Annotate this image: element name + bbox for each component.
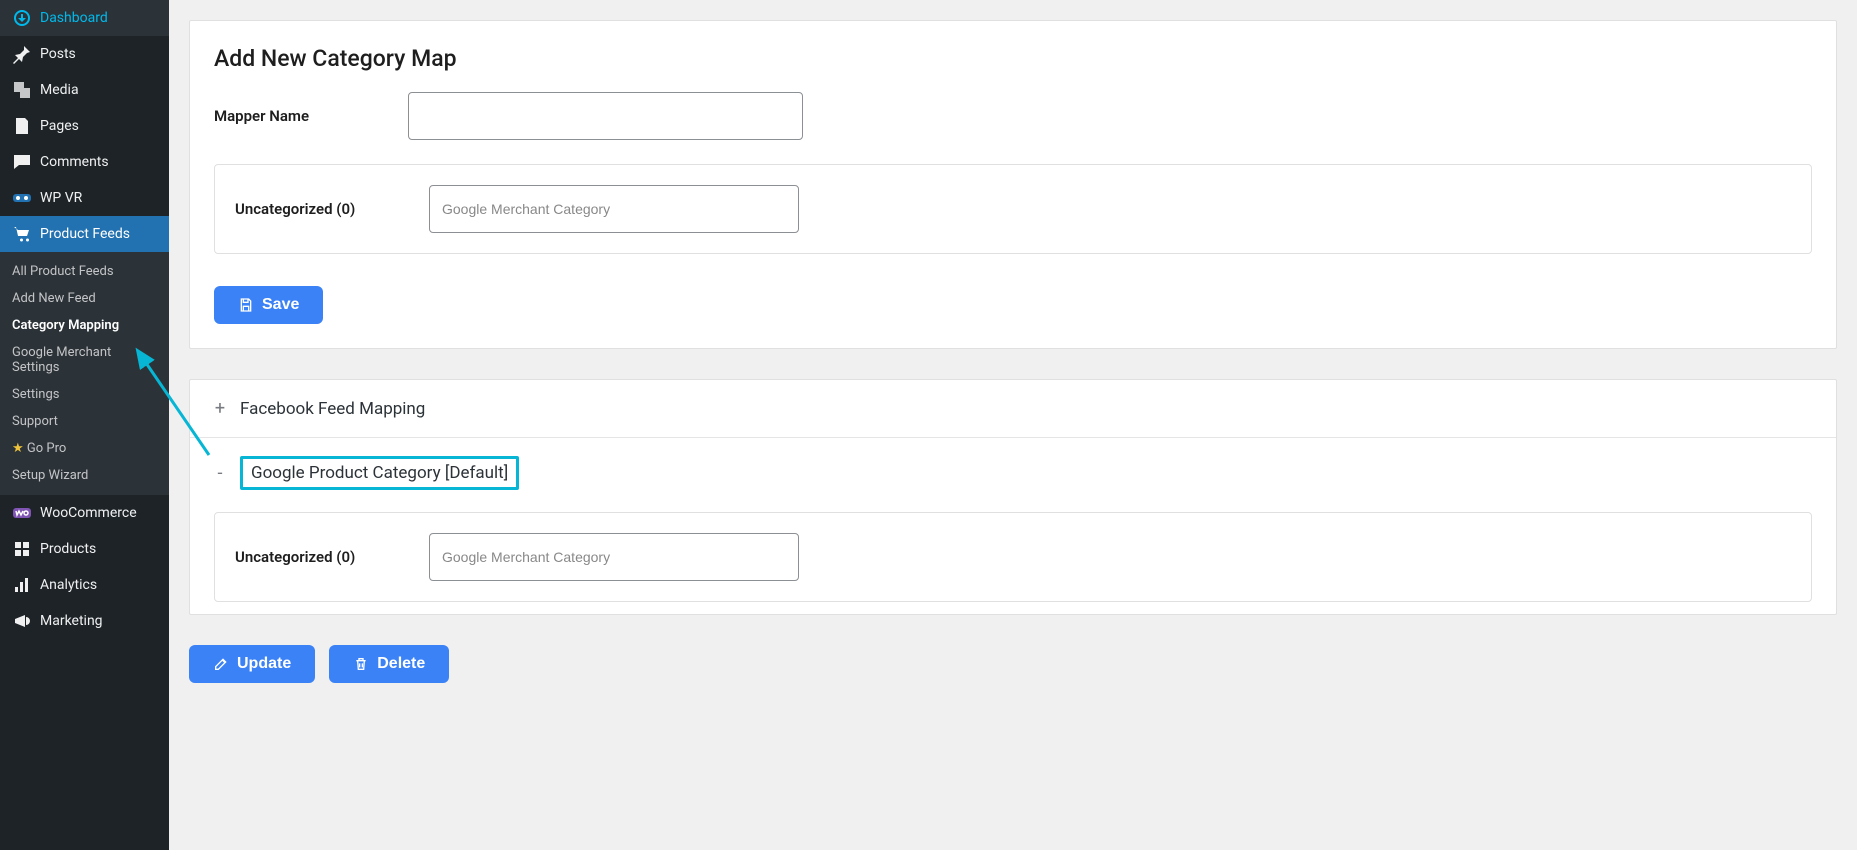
sidebar-item-label: WooCommerce [40,505,137,521]
save-button[interactable]: Save [214,286,323,324]
submenu-settings[interactable]: Settings [0,381,169,408]
category-label: Uncategorized (0) [235,200,405,218]
category-label: Uncategorized (0) [235,548,405,566]
megaphone-icon [12,611,32,631]
sidebar-item-label: Analytics [40,577,97,593]
highlight-annotation: Google Product Category [Default] [240,456,519,490]
sidebar-item-product-feeds[interactable]: Product Feeds [0,216,169,252]
accordion-facebook-title: Facebook Feed Mapping [240,399,425,419]
sidebar-item-label: Product Feeds [40,226,130,242]
sidebar-item-label: Posts [40,46,76,62]
sidebar-item-pages[interactable]: Pages [0,108,169,144]
actions-new: Save [190,266,1836,348]
collapse-icon: - [214,463,226,484]
submenu-support[interactable]: Support [0,408,169,435]
submenu-go-pro[interactable]: ★ Go Pro [0,435,169,462]
products-icon [12,539,32,559]
sidebar-item-label: Comments [40,154,109,170]
media-icon [12,80,32,100]
submenu-category-mapping[interactable]: Category Mapping [0,312,169,339]
submenu-add-feed[interactable]: Add New Feed [0,285,169,312]
accordion-google[interactable]: - Google Product Category [Default] [190,438,1836,508]
main-content: Add New Category Map Mapper Name Uncateg… [169,0,1857,850]
save-button-label: Save [262,296,299,314]
row-mapper-name: Mapper Name [190,80,1836,152]
pin-icon [12,44,32,64]
expand-icon: + [214,398,226,419]
delete-button[interactable]: Delete [329,645,449,683]
merchant-category-input-google[interactable] [429,533,799,581]
page-title: Add New Category Map [190,21,1836,80]
edit-icon [213,656,229,672]
save-icon [238,297,254,313]
sidebar-item-label: Media [40,82,79,98]
pages-icon [12,116,32,136]
submenu-label: Go Pro [27,441,66,456]
woocommerce-icon [12,503,32,523]
dashboard-icon [12,8,32,28]
mapper-name-label: Mapper Name [214,107,384,125]
submenu-all-feeds[interactable]: All Product Feeds [0,258,169,285]
submenu-google-merchant[interactable]: Google Merchant Settings [0,339,169,381]
panel-feed-mappings: + Facebook Feed Mapping - Google Product… [189,379,1837,615]
card-uncategorized-google: Uncategorized (0) [214,512,1812,602]
update-button-label: Update [237,655,291,673]
sidebar-item-analytics[interactable]: Analytics [0,567,169,603]
trash-icon [353,656,369,672]
update-button[interactable]: Update [189,645,315,683]
comments-icon [12,152,32,172]
sidebar-item-woocommerce[interactable]: WooCommerce [0,495,169,531]
sidebar-item-comments[interactable]: Comments [0,144,169,180]
sidebar-item-marketing[interactable]: Marketing [0,603,169,639]
star-icon: ★ [12,441,24,456]
sidebar-item-label: WP VR [40,190,82,206]
submenu-setup-wizard[interactable]: Setup Wizard [0,462,169,489]
sidebar-item-label: Marketing [40,613,103,629]
mapper-name-input[interactable] [408,92,803,140]
sidebar-item-label: Products [40,541,96,557]
cart-icon [12,224,32,244]
admin-sidebar: Dashboard Posts Media Pages Comments WP … [0,0,169,850]
submenu-product-feeds: All Product Feeds Add New Feed Category … [0,252,169,495]
analytics-icon [12,575,32,595]
actions-existing: Update Delete [189,645,1837,703]
sidebar-item-media[interactable]: Media [0,72,169,108]
accordion-google-title: Google Product Category [Default] [251,463,508,483]
sidebar-item-wpvr[interactable]: WP VR [0,180,169,216]
delete-button-label: Delete [377,655,425,673]
accordion-facebook[interactable]: + Facebook Feed Mapping [190,380,1836,438]
merchant-category-input[interactable] [429,185,799,233]
sidebar-item-dashboard[interactable]: Dashboard [0,0,169,36]
sidebar-item-label: Pages [40,118,79,134]
card-uncategorized-new: Uncategorized (0) [214,164,1812,254]
sidebar-item-products[interactable]: Products [0,531,169,567]
sidebar-item-label: Dashboard [40,10,108,26]
sidebar-item-posts[interactable]: Posts [0,36,169,72]
vr-icon [12,188,32,208]
panel-add-category-map: Add New Category Map Mapper Name Uncateg… [189,20,1837,349]
